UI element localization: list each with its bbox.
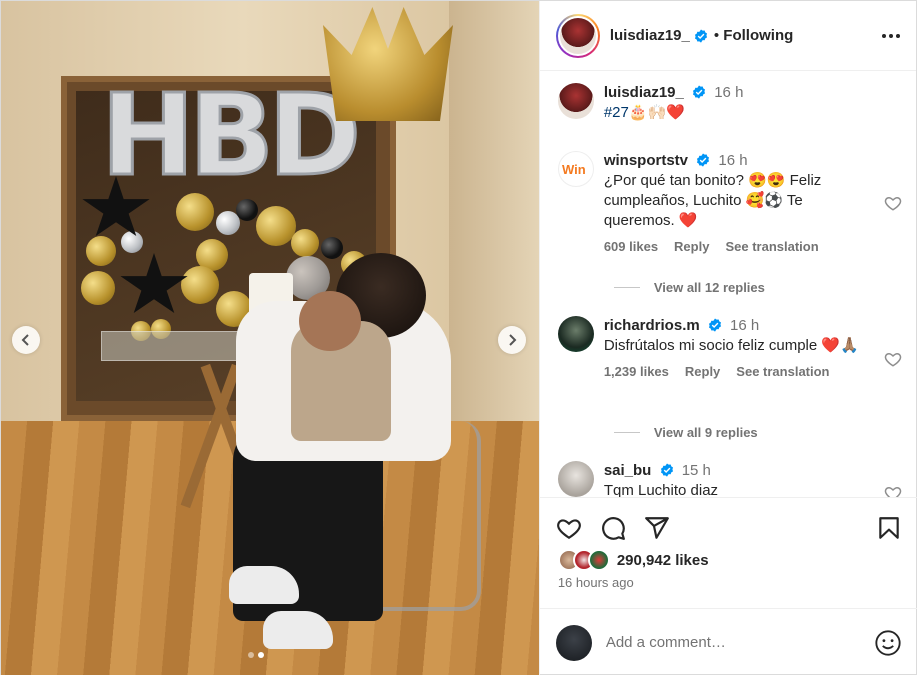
author-username[interactable]: luisdiaz19_ [610, 27, 690, 44]
carousel-dot [248, 652, 254, 658]
verified-badge-icon [708, 318, 721, 332]
chevron-left-icon [21, 334, 29, 346]
comment-text: Disfrútalos mi socio feliz cumple ❤️🙏🏽 [603, 337, 859, 354]
comment-text: Tqm Luchito diaz [603, 482, 719, 497]
likes-summary[interactable]: 290,942 likes [557, 549, 709, 571]
see-translation-button[interactable]: See translation [736, 364, 829, 379]
verified-badge-icon [693, 85, 706, 99]
commenter-avatar[interactable] [557, 461, 594, 497]
post-header: luisdiaz19_ • Following [539, 1, 916, 71]
caption-time: 16 h [714, 84, 744, 101]
comment-meta: 609 likes Reply See translation [604, 239, 903, 254]
author-avatar-small[interactable] [557, 83, 594, 119]
comment-item: richardrios.m 16 h Disfrútalos mi socio … [557, 316, 903, 379]
comment-meta: 1,239 likes Reply See translation [604, 364, 903, 379]
commenter-avatar[interactable]: Win [557, 151, 594, 187]
photo-shoe [229, 566, 299, 604]
caption-username[interactable]: luisdiaz19_ [604, 84, 684, 101]
verified-badge-icon [694, 28, 707, 43]
balloon [236, 199, 258, 221]
comment-item: Win winsportstv 16 h ¿Por qué tan bonito… [557, 151, 903, 254]
verified-badge-icon [660, 463, 673, 477]
svg-text:Win: Win [562, 162, 586, 177]
balloon [291, 229, 319, 257]
comment-item: sai_bu 15 h Tqm Luchito diaz [557, 461, 903, 497]
comment-time: 16 h [718, 152, 748, 169]
carousel-dot-active [258, 652, 264, 658]
add-comment-bar [539, 608, 917, 675]
comment-text: ¿Por qué tan bonito? 😍😍 Feliz cumpleaños… [603, 172, 822, 229]
view-replies-button[interactable]: View all 9 replies [613, 425, 758, 440]
current-user-avatar [555, 624, 592, 661]
view-replies-button[interactable]: View all 12 replies [613, 280, 765, 295]
carousel-next-button[interactable] [498, 326, 526, 354]
bookmark-icon[interactable] [876, 515, 902, 541]
photo-child-head [299, 291, 361, 351]
more-icon[interactable] [882, 33, 900, 38]
balloon [176, 193, 214, 231]
heart-icon[interactable] [556, 515, 582, 541]
caption: luisdiaz19_ 16 h #27🎂🙌🏻❤️ [557, 83, 903, 123]
comments-list[interactable]: luisdiaz19_ 16 h #27🎂🙌🏻❤️ Win winsportst… [540, 71, 917, 497]
liker-avatar [587, 549, 610, 571]
author-avatar[interactable] [555, 13, 600, 58]
comment-input[interactable] [605, 634, 874, 651]
comment-time: 15 h [681, 462, 711, 479]
comment-username[interactable]: sai_bu [604, 462, 652, 479]
likes-count[interactable]: 290,942 likes [617, 552, 709, 569]
verified-badge-icon [697, 153, 710, 167]
emoji-icon[interactable] [874, 629, 902, 657]
photo-shoe [263, 611, 333, 649]
photo-doorway [448, 1, 539, 471]
balloon [121, 231, 143, 253]
balloon [81, 271, 115, 305]
reply-button[interactable]: Reply [685, 364, 720, 379]
share-icon[interactable] [644, 515, 670, 541]
heart-icon[interactable] [884, 194, 902, 212]
chevron-right-icon [509, 334, 517, 346]
reply-button[interactable]: Reply [674, 239, 709, 254]
post-photo[interactable]: HBD [1, 1, 539, 675]
balloon [321, 237, 343, 259]
balloon [256, 206, 296, 246]
post-action-bar [539, 497, 917, 557]
commenter-avatar[interactable] [557, 316, 594, 352]
heart-icon[interactable] [884, 350, 902, 368]
heart-icon[interactable] [884, 484, 902, 497]
comment-likes[interactable]: 609 likes [604, 239, 658, 254]
balloon [181, 266, 219, 304]
comment-icon[interactable] [600, 515, 626, 541]
comment-likes[interactable]: 1,239 likes [604, 364, 669, 379]
follow-status[interactable]: • Following [714, 27, 793, 44]
see-translation-button[interactable]: See translation [725, 239, 818, 254]
comment-username[interactable]: richardrios.m [604, 317, 700, 334]
winsports-logo-icon: Win [562, 162, 586, 177]
carousel-indicator [248, 652, 264, 658]
hbd-balloon-letters: HBD [99, 70, 362, 203]
instagram-post: HBD luisdiaz19_ • Following luisdiaz19_ … [0, 0, 917, 675]
comment-username[interactable]: winsportstv [604, 152, 688, 169]
comment-time: 16 h [730, 317, 760, 334]
post-time-ago[interactable]: 16 hours ago [558, 575, 634, 590]
carousel-prev-button[interactable] [12, 326, 40, 354]
balloon [86, 236, 116, 266]
post-side-panel: luisdiaz19_ • Following luisdiaz19_ 16 h… [538, 1, 917, 675]
caption-text[interactable]: #27🎂🙌🏻❤️ [604, 103, 903, 123]
